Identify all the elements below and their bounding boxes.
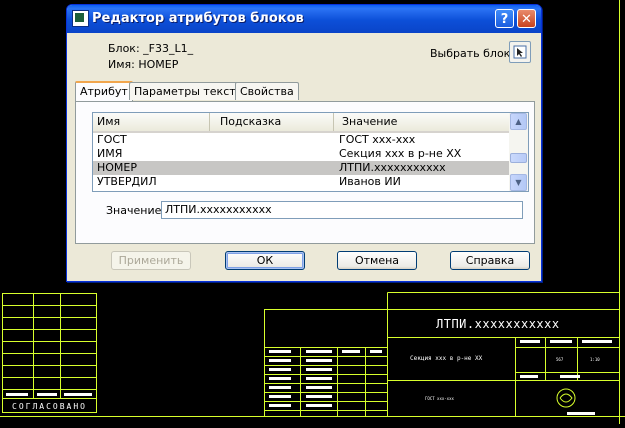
row-name: УТВЕРДИЛ <box>97 175 157 188</box>
row-name: ИМЯ <box>97 147 123 160</box>
grid-header: Имя Подсказка Значение <box>93 113 510 133</box>
help-button[interactable]: Справка <box>450 251 530 270</box>
column-header-value[interactable]: Значение <box>333 113 483 131</box>
drawing-scale-value: 1:10 <box>590 357 600 362</box>
row-name: НОМЕР <box>97 161 138 174</box>
grid-scrollbar[interactable]: ▲ ▼ <box>509 113 528 191</box>
dialog-title: Редактор атрибутов блоков <box>92 11 304 26</box>
row-name: ГОСТ <box>97 133 127 146</box>
row-value: ЛТПИ.ххххххххххх <box>339 161 446 174</box>
tab-properties[interactable]: Свойства <box>235 82 299 100</box>
column-header-prompt[interactable]: Подсказка <box>209 113 333 131</box>
grid-row[interactable]: ГОСТ ГОСТ ххх-ххх <box>93 133 510 147</box>
app-icon <box>72 10 89 27</box>
value-label: Значение: <box>106 204 166 217</box>
apply-button[interactable]: Применить <box>111 251 191 270</box>
row-value: Секция ххх в р-не ХХ <box>339 147 462 160</box>
close-icon[interactable]: ✕ <box>517 9 536 28</box>
pick-block-label: Выбрать блок <box>430 47 511 60</box>
drawing-designation: ЛТПИ.ххххххххххх <box>436 317 560 331</box>
block-label: Блок: _F33_L1_ <box>108 42 194 55</box>
ok-button[interactable]: ОК <box>225 251 305 270</box>
tab-text-options[interactable]: Параметры текста <box>129 82 248 100</box>
scroll-down-icon[interactable]: ▼ <box>510 174 527 191</box>
cursor-pick-icon <box>513 45 527 59</box>
pick-block-button[interactable] <box>509 41 531 63</box>
attribute-grid[interactable]: Имя Подсказка Значение ГОСТ ГОСТ ххх-ххх… <box>92 112 529 192</box>
value-input[interactable]: ЛТПИ.ххххххххххх <box>161 201 523 219</box>
cancel-button[interactable]: Отмена <box>337 251 417 270</box>
grid-row-selected[interactable]: НОМЕР ЛТПИ.ххххххххххх <box>93 161 510 175</box>
drawing-sheet-value: 567 <box>556 357 564 362</box>
title-bar[interactable]: Редактор атрибутов блоков ? ✕ <box>67 5 541 33</box>
drawing-section-name: Секция ххх в р-не ХХ <box>410 355 483 362</box>
tab-attribute[interactable]: Атрибут <box>75 81 133 102</box>
grid-row[interactable]: УТВЕРДИЛ Иванов ИИ <box>93 175 510 189</box>
grid-row[interactable]: ИМЯ Секция ххх в р-не ХХ <box>93 147 510 161</box>
help-icon[interactable]: ? <box>495 9 514 28</box>
name-label: Имя: НОМЕР <box>108 58 179 71</box>
row-value: ГОСТ ххх-ххх <box>339 133 416 146</box>
scroll-thumb[interactable] <box>510 153 527 163</box>
scroll-up-icon[interactable]: ▲ <box>510 113 527 130</box>
drawing-standard: ГОСТ ххх-ххх <box>425 396 454 401</box>
column-header-name[interactable]: Имя <box>97 113 209 131</box>
row-value: Иванов ИИ <box>339 175 401 188</box>
drawing-agreed-label: СОГЛАСОВАНО <box>12 402 87 411</box>
